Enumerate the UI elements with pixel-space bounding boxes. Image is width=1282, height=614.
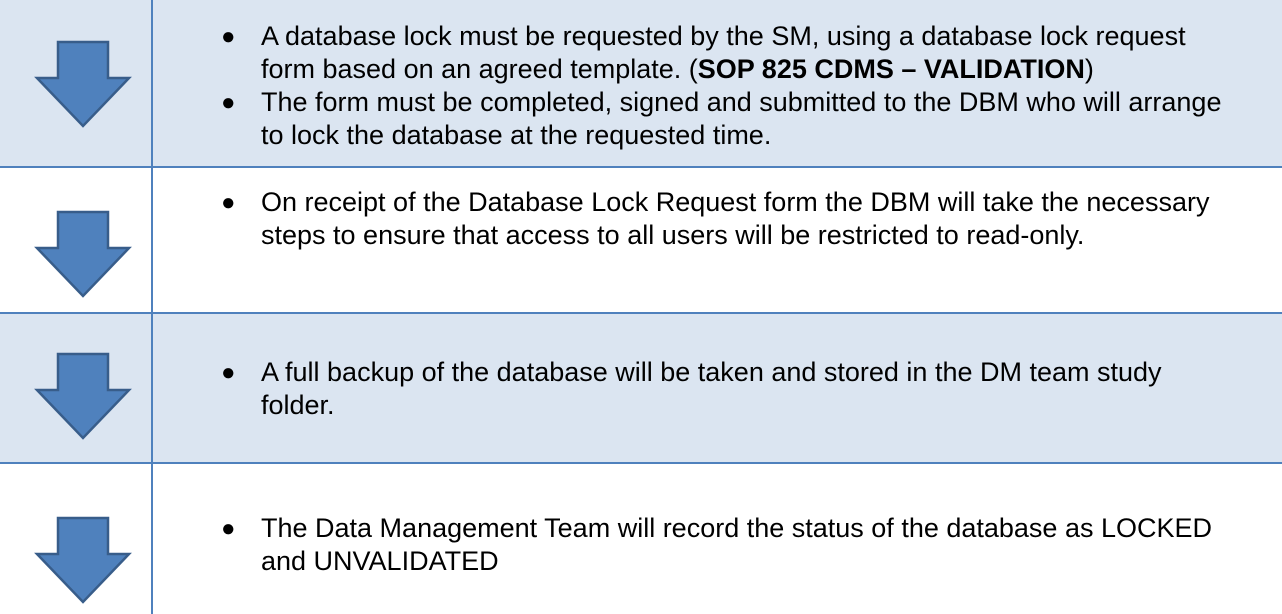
list-item: ● A full backup of the database will be t…: [218, 356, 1238, 422]
step-4-bullets: ● The Data Management Team will record th…: [218, 512, 1238, 578]
bullet-dot-icon: ●: [221, 359, 236, 386]
step-row-2: ● On receipt of the Database Lock Request…: [0, 168, 1282, 314]
step-row-3: ● A full backup of the database will be t…: [0, 314, 1282, 464]
arrow-down-icon: [33, 516, 133, 606]
bullet-text: The form must be completed, signed and s…: [261, 87, 1222, 150]
bullet-text: The Data Management Team will record the…: [261, 513, 1212, 576]
bullet-dot-icon: ●: [221, 89, 236, 116]
bullet-dot-icon: ●: [221, 23, 236, 50]
step-row-4: ● The Data Management Team will record th…: [0, 464, 1282, 614]
list-item: ● The Data Management Team will record th…: [218, 512, 1238, 578]
step-1-bullets: ● A database lock must be requested by th…: [218, 20, 1238, 152]
bullet-dot-icon: ●: [221, 515, 236, 542]
list-item: ● A database lock must be requested by th…: [218, 20, 1238, 86]
list-item: ● The form must be completed, signed and …: [218, 86, 1238, 152]
bullet-dot-icon: ●: [221, 189, 236, 216]
arrow-down-icon: [33, 210, 133, 300]
step-3-bullets: ● A full backup of the database will be t…: [218, 356, 1238, 422]
arrow-down-icon: [33, 40, 133, 130]
list-item: ● On receipt of the Database Lock Request…: [218, 186, 1238, 252]
step-row-1: ● A database lock must be requested by th…: [0, 0, 1282, 168]
arrow-down-icon: [33, 352, 133, 442]
bullet-text: On receipt of the Database Lock Request …: [261, 187, 1210, 250]
column-divider: [151, 0, 153, 614]
step-2-bullets: ● On receipt of the Database Lock Request…: [218, 186, 1238, 252]
bullet-text: A database lock must be requested by the…: [261, 21, 1186, 84]
bullet-text: A full backup of the database will be ta…: [261, 357, 1162, 420]
process-flow: ● A database lock must be requested by th…: [0, 0, 1282, 614]
